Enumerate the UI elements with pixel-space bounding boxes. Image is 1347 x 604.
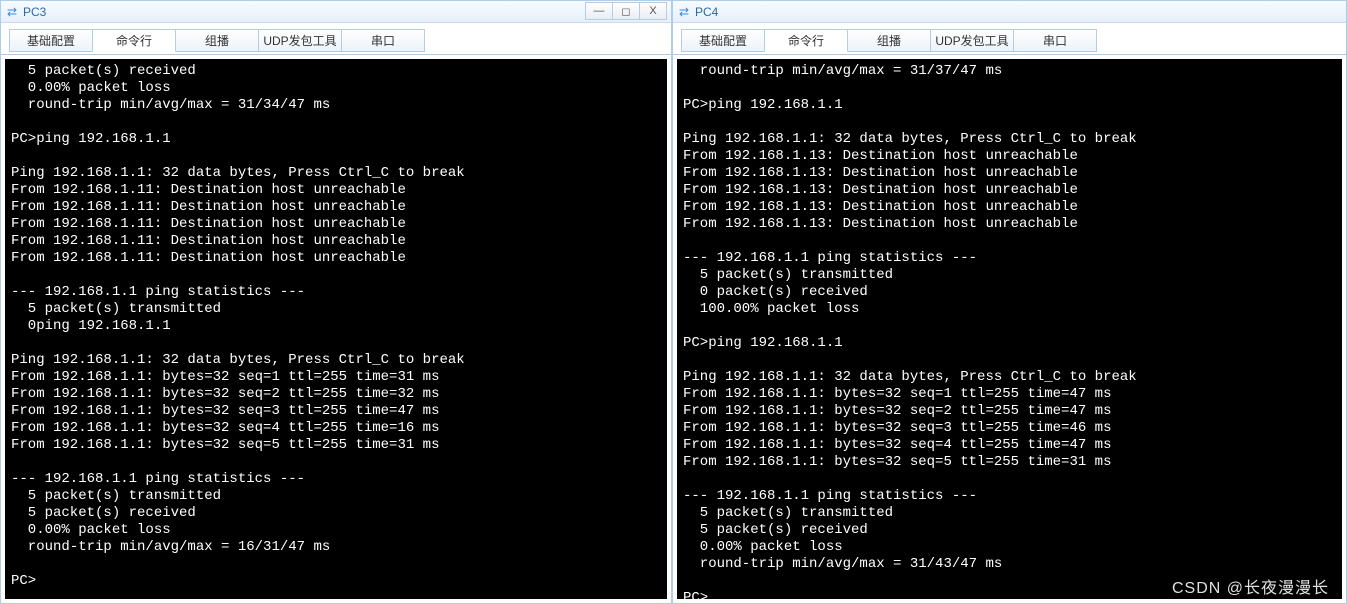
titlebar-pc3[interactable]: ⇄ PC3 — ◻ X: [1, 1, 671, 23]
window-pc4: ⇄ PC4 基础配置 命令行 组播 UDP发包工具 串口 round-trip …: [672, 0, 1347, 604]
terminal-container-pc3: 5 packet(s) received 0.00% packet loss r…: [1, 55, 671, 603]
tab-command-line[interactable]: 命令行: [92, 29, 176, 52]
tab-basic-config[interactable]: 基础配置: [681, 29, 765, 52]
window-pc3: ⇄ PC3 — ◻ X 基础配置 命令行 组播 UDP发包工具 串口 5 pac…: [0, 0, 672, 604]
tabbar-pc4: 基础配置 命令行 组播 UDP发包工具 串口: [673, 23, 1346, 55]
app-icon: ⇄: [5, 5, 19, 19]
tab-command-line[interactable]: 命令行: [764, 29, 848, 52]
tab-serial[interactable]: 串口: [1013, 29, 1097, 52]
terminal-container-pc4: round-trip min/avg/max = 31/37/47 ms PC>…: [673, 55, 1346, 603]
tab-basic-config[interactable]: 基础配置: [9, 29, 93, 52]
tab-multicast[interactable]: 组播: [847, 29, 931, 52]
terminal-pc3[interactable]: 5 packet(s) received 0.00% packet loss r…: [5, 59, 667, 599]
minimize-button[interactable]: —: [585, 2, 613, 20]
terminal-pc4[interactable]: round-trip min/avg/max = 31/37/47 ms PC>…: [677, 59, 1342, 599]
window-controls: — ◻ X: [586, 2, 667, 20]
app-icon: ⇄: [677, 5, 691, 19]
window-title: PC3: [23, 5, 46, 19]
window-title: PC4: [695, 5, 718, 19]
close-button[interactable]: X: [639, 2, 667, 20]
tab-udp-tool[interactable]: UDP发包工具: [930, 29, 1014, 52]
tabbar-pc3: 基础配置 命令行 组播 UDP发包工具 串口: [1, 23, 671, 55]
tab-serial[interactable]: 串口: [341, 29, 425, 52]
tab-multicast[interactable]: 组播: [175, 29, 259, 52]
tab-udp-tool[interactable]: UDP发包工具: [258, 29, 342, 52]
maximize-button[interactable]: ◻: [612, 2, 640, 20]
titlebar-pc4[interactable]: ⇄ PC4: [673, 1, 1346, 23]
